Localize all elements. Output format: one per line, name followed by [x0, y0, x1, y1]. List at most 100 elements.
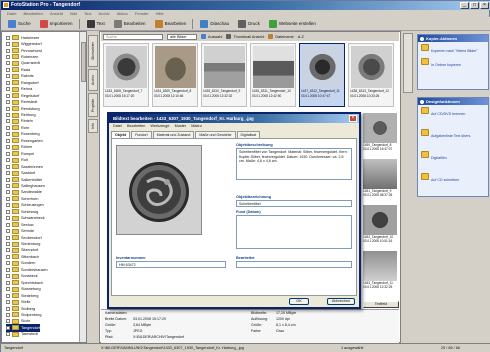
tab-dimensions[interactable]: Maße und Gewichte	[195, 131, 236, 138]
tree-checkbox[interactable]	[6, 138, 10, 143]
tree-checkbox[interactable]	[6, 125, 10, 130]
tree-item[interactable]: Tarmstedt	[6, 331, 38, 338]
menu-window[interactable]: Fenster	[135, 11, 149, 16]
tab-archive[interactable]: Archiv	[88, 69, 98, 91]
tree-checkbox[interactable]	[6, 74, 10, 79]
dialog-menu-templates[interactable]: Muster	[175, 124, 187, 128]
menu-text[interactable]: Text	[84, 11, 91, 16]
thumbnail-view-dropdown[interactable]: Thumbnail Ansicht	[226, 34, 264, 39]
copy-actions-header[interactable]: Kopier-Aktionen	[418, 35, 488, 42]
tree-checkbox[interactable]	[6, 164, 10, 169]
create-webpage-button[interactable]: Webseite erstellen	[267, 18, 318, 29]
tree-checkbox[interactable]	[6, 67, 10, 72]
thumbnail[interactable]: 1438_6313_Tangendorf_12 03.01.2008 10:33…	[348, 43, 394, 107]
inventory-number-field[interactable]: HM 63472	[116, 261, 226, 268]
slideshow-button[interactable]: Diaschau	[198, 18, 231, 29]
find-date-field[interactable]	[236, 215, 352, 249]
close-button[interactable]: ×	[480, 2, 489, 9]
tree-checkbox[interactable]	[6, 267, 10, 272]
tree-checkbox[interactable]	[6, 151, 10, 156]
tree-checkbox[interactable]	[6, 183, 10, 188]
description-field[interactable]: Scheibenfibel von Tangendorf. Material: …	[236, 148, 352, 180]
tree-checkbox[interactable]	[6, 145, 10, 150]
tree-checkbox[interactable]	[6, 203, 10, 208]
tree-checkbox[interactable]	[6, 80, 10, 85]
design-functions-header[interactable]: Designfunktionen	[418, 98, 488, 105]
task-list-task[interactable]: Aufgabenliste Text übers.	[418, 127, 488, 149]
thumbnail[interactable]: 1436_6311_Tangendorf_10 03.01.2008 12:42…	[250, 43, 296, 107]
tree-checkbox[interactable]	[6, 306, 10, 311]
tree-checkbox[interactable]	[6, 312, 10, 317]
tree-checkbox[interactable]	[6, 196, 10, 201]
text-button[interactable]: Text	[85, 18, 107, 29]
selection-dropdown[interactable]: Auswahl	[201, 34, 222, 39]
tree-checkbox[interactable]	[6, 132, 10, 137]
designation-field[interactable]: Scheibenfibel	[236, 200, 352, 207]
thumbnail[interactable]: 1450_Tangendorf_8 03.01.2008 16:47:07	[363, 113, 397, 151]
tree-checkbox[interactable]	[6, 209, 10, 214]
image-edit-button[interactable]: Bearbeiten	[153, 18, 189, 29]
tree-checkbox[interactable]	[6, 190, 10, 195]
print-button[interactable]: Druck	[236, 18, 262, 29]
copy-to-folder[interactable]: In Ordner kopieren	[418, 56, 488, 70]
cancel-button[interactable]: Abbrechen	[327, 298, 355, 305]
dialog-menu-edit[interactable]: Bearbeiten	[127, 124, 145, 128]
thumbnail[interactable]: 1435_6310_Tangendorf_9 03.01.2008 12:32:…	[201, 43, 247, 107]
tree-checkbox[interactable]	[6, 332, 10, 337]
tree-checkbox[interactable]	[6, 48, 10, 53]
write-cd-task[interactable]: Auf CD schreiben	[418, 171, 488, 193]
tree-checkbox[interactable]	[6, 216, 10, 221]
dialog-menu-file[interactable]: Datei	[113, 124, 122, 128]
tree-checkbox[interactable]	[6, 222, 10, 227]
digital-film-task[interactable]: Digitalfilm	[418, 149, 488, 171]
editor-field[interactable]	[236, 261, 352, 268]
import-button[interactable]: Importieren	[38, 18, 75, 29]
menu-archive[interactable]: Archiv	[98, 11, 109, 16]
tree-checkbox[interactable]	[6, 242, 10, 247]
tree-checkbox[interactable]	[6, 254, 10, 259]
tree-checkbox[interactable]	[6, 106, 10, 111]
tree-checkbox[interactable]	[6, 93, 10, 98]
textfield-button[interactable]: Textfeld	[363, 301, 399, 308]
thumbnail[interactable]: 1452_Tangendorf_10 03.01.2008 10:51:16	[363, 205, 397, 243]
dialog-menu-tools[interactable]: Werkzeuge	[150, 124, 169, 128]
tree-checkbox[interactable]	[6, 287, 10, 292]
tree-checkbox[interactable]	[6, 171, 10, 176]
tree-checkbox[interactable]	[6, 261, 10, 266]
task-panel-tab[interactable]	[403, 33, 413, 93]
menu-edit[interactable]: Bearbeiten	[23, 11, 42, 16]
copy-to-my-pictures[interactable]: Kopieren nach "Meine Bilder"	[418, 42, 488, 56]
tree-checkbox[interactable]	[6, 42, 10, 47]
tab-material[interactable]: Material und Zustand	[152, 131, 195, 138]
edit-button[interactable]: Bearbeiten	[112, 18, 148, 29]
tab-keywords[interactable]: Stichwörter	[88, 35, 98, 67]
tree-scrollbar-thumb[interactable]	[81, 42, 86, 82]
tree-checkbox[interactable]	[6, 293, 10, 298]
tab-info[interactable]: Info	[88, 119, 98, 133]
tree-checkbox[interactable]	[6, 177, 10, 182]
tree-checkbox[interactable]	[6, 248, 10, 253]
maximize-button[interactable]: □	[470, 2, 479, 9]
thumbnail[interactable]: 1453_Tangendorf_11 03.01.2008 12:32:25	[363, 251, 397, 289]
thumbnail-selected[interactable]: 1437_6312_Tangendorf_11 03.01.2008 10:47…	[299, 43, 345, 107]
thumbnail[interactable]: 1434_6309_Tangendorf_8 03.01.2008 12:10:…	[152, 43, 198, 107]
tree-checkbox[interactable]	[6, 158, 10, 163]
tree-checkbox[interactable]	[6, 325, 10, 330]
tree-checkbox[interactable]	[6, 61, 10, 66]
tab-object[interactable]: Objekt	[111, 131, 131, 138]
tree-checkbox[interactable]	[6, 113, 10, 118]
sort-dropdown[interactable]: Dateiname	[268, 34, 294, 39]
tab-projects[interactable]: Projekte	[88, 93, 98, 117]
tree-checkbox[interactable]	[6, 319, 10, 324]
tree-checkbox[interactable]	[6, 235, 10, 240]
burn-cd-task[interactable]: Auf CD/DVD brennen	[418, 105, 488, 127]
sort-order-toggle[interactable]: A-Z	[298, 35, 304, 39]
tree-checkbox[interactable]	[6, 35, 10, 40]
menu-action[interactable]: Aktion	[117, 11, 128, 16]
tree-checkbox[interactable]	[6, 280, 10, 285]
tab-digital[interactable]: Digitalisat	[236, 131, 261, 138]
dialog-close-button[interactable]: ×	[349, 115, 357, 122]
tree-checkbox[interactable]	[6, 119, 10, 124]
tree-checkbox[interactable]	[6, 229, 10, 234]
menu-view[interactable]: Ansicht	[50, 11, 63, 16]
